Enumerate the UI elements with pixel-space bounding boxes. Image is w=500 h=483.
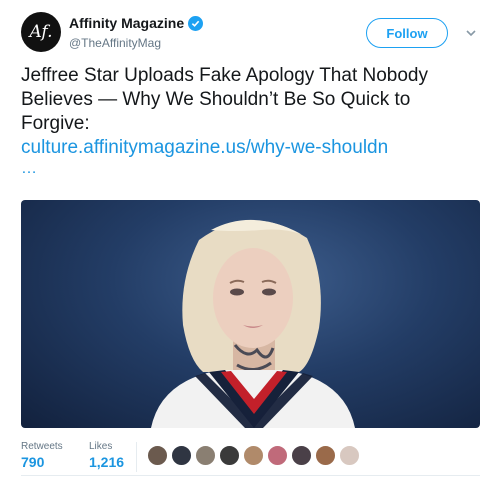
likes-count[interactable]: 1,216: [89, 454, 124, 470]
likes-stat[interactable]: Likes 1,216: [89, 441, 124, 470]
stats-divider: [136, 442, 137, 472]
liker-avatar[interactable]: [170, 444, 193, 467]
liker-avatar[interactable]: [194, 444, 217, 467]
liker-avatar[interactable]: [290, 444, 313, 467]
liker-avatar[interactable]: [338, 444, 361, 467]
display-name[interactable]: Affinity Magazine: [69, 15, 204, 31]
portrait-illustration: [151, 219, 355, 428]
liker-avatars: [146, 444, 362, 467]
bottom-divider: [21, 475, 480, 476]
liker-avatar[interactable]: [218, 444, 241, 467]
liker-avatar[interactable]: [314, 444, 337, 467]
verified-badge-icon: [188, 15, 204, 31]
liker-avatar[interactable]: [242, 444, 265, 467]
handle: @TheAffinityMag: [69, 36, 161, 50]
tweet-text: Jeffree Star Uploads Fake Apology That N…: [21, 65, 428, 134]
likes-label: Likes: [89, 441, 113, 452]
retweets-count[interactable]: 790: [21, 454, 63, 470]
display-name-text[interactable]: Affinity Magazine: [69, 15, 184, 31]
retweets-label: Retweets: [21, 441, 63, 452]
tweet-media-image[interactable]: [21, 200, 480, 428]
liker-avatar[interactable]: [146, 444, 169, 467]
chevron-down-icon[interactable]: [464, 26, 478, 40]
link-ellipsis[interactable]: …: [21, 160, 483, 178]
tweet-link[interactable]: culture.affinitymagazine.us/why-we-shoul…: [21, 136, 483, 160]
avatar[interactable]: Af.: [21, 12, 61, 52]
retweets-stat[interactable]: Retweets 790: [21, 441, 63, 470]
tweet-body: Jeffree Star Uploads Fake Apology That N…: [21, 64, 483, 178]
liker-avatar[interactable]: [266, 444, 289, 467]
account-name-block[interactable]: Affinity Magazine @TheAffinityMag: [69, 15, 204, 50]
tweet-header: Af. Affinity Magazine @TheAffinityMag Fo…: [21, 12, 481, 56]
follow-button[interactable]: Follow: [366, 18, 448, 48]
